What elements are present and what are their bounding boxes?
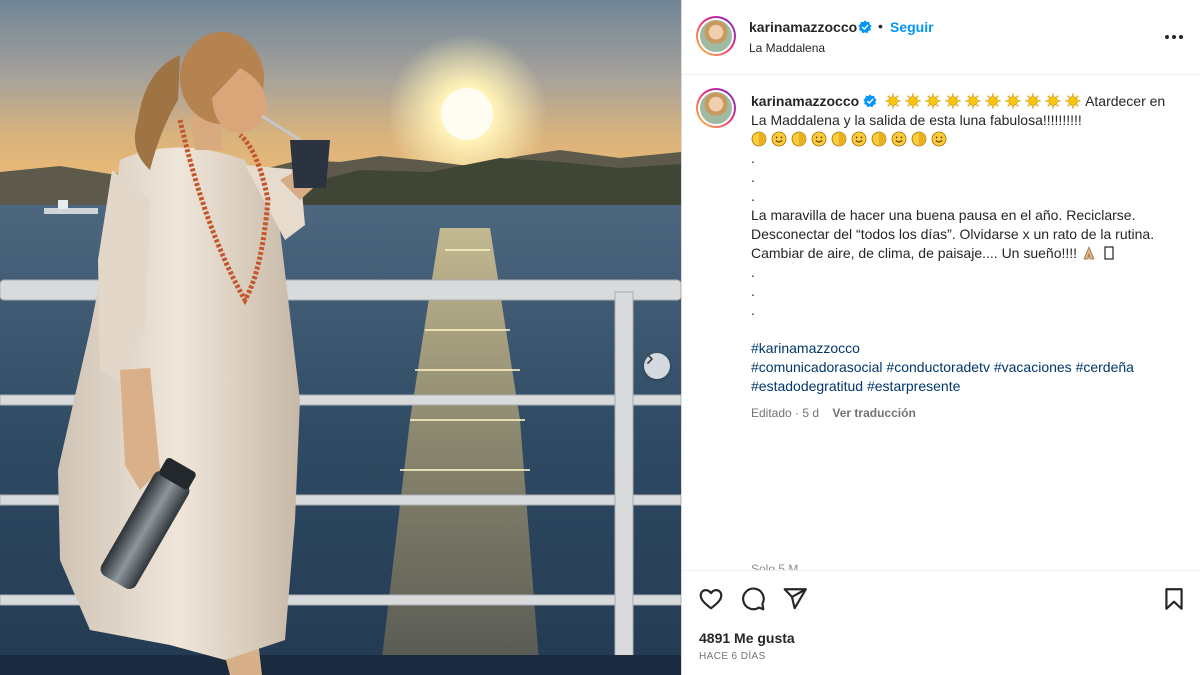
action-bar: 4891 Me gusta HACE 6 DÍAS — [682, 570, 1200, 675]
verified-badge-icon — [863, 94, 877, 108]
edited-label: Editado — [751, 406, 792, 420]
sun-emoji-icon — [1005, 93, 1021, 109]
separator-dot: • — [878, 18, 883, 34]
caption-dot: . — [751, 169, 755, 185]
clipped-comment-text: Solo 5 M... — [751, 562, 809, 570]
sun-emoji-icon — [905, 93, 921, 109]
caption-body-line-1: La maravilla de hacer una buena pausa en… — [751, 207, 1136, 223]
paper-plane-icon[interactable] — [782, 586, 808, 612]
smiley-emoji-icon — [931, 131, 947, 147]
comment-icon[interactable] — [740, 586, 766, 612]
post-caption: karinamazzocco Atardecer en La Maddalena… — [751, 92, 1181, 423]
next-photo-button[interactable] — [644, 353, 670, 379]
hashtag-list: #karinamazzocco #comunicadorasocial #con… — [751, 339, 1181, 396]
hashtag-link[interactable]: #vacaciones — [994, 359, 1072, 375]
sun-emoji-icon — [1045, 93, 1061, 109]
sun-emoji-icon — [945, 93, 961, 109]
sun-emoji-icon — [1025, 93, 1041, 109]
likes-count[interactable]: 4891 Me gusta — [699, 630, 795, 646]
half-moon-emoji-icon — [751, 131, 767, 147]
post-photo[interactable] — [0, 0, 681, 675]
caption-body-line-3: Cambiar de aire, de clima, de paisaje...… — [751, 245, 1078, 261]
hashtag-link[interactable]: #cerdeña — [1076, 359, 1134, 375]
heart-icon[interactable] — [698, 586, 724, 612]
smiley-emoji-icon — [771, 131, 787, 147]
caption-body-line-2: Desconectar del “todos los días”. Olvida… — [751, 226, 1155, 242]
smiley-emoji-icon — [811, 131, 827, 147]
comments-area[interactable]: karinamazzocco Atardecer en La Maddalena… — [682, 76, 1200, 570]
caption-dot: . — [751, 150, 755, 166]
unknown-glyph-icon — [1104, 246, 1114, 260]
sun-emoji-icon — [925, 93, 941, 109]
half-moon-emoji-icon — [791, 131, 807, 147]
caption-title-line-2: La Maddalena y la salida de esta luna fa… — [751, 112, 1082, 128]
caption-avatar[interactable] — [696, 88, 736, 128]
avatar[interactable] — [696, 16, 736, 56]
verified-badge-icon — [858, 20, 872, 39]
caption-dot: . — [751, 302, 755, 318]
sun-emoji-icon — [1065, 93, 1081, 109]
sunset-ferry-scene — [0, 32, 681, 675]
caption-username[interactable]: karinamazzocco — [751, 93, 859, 109]
clipped-comment: Solo 5 M... — [751, 562, 1181, 570]
caption-dot: . — [751, 188, 755, 204]
half-moon-emoji-icon — [871, 131, 887, 147]
half-moon-emoji-icon — [911, 131, 927, 147]
more-options-icon[interactable] — [1162, 27, 1186, 47]
praying-hands-icon — [1083, 246, 1095, 260]
smile-emoji-row — [751, 130, 1181, 149]
post-timestamp: HACE 6 DÍAS — [699, 651, 766, 662]
post-details-panel: karinamazzocco • Seguir La Maddalena kar… — [682, 0, 1200, 675]
sun-emoji-icon — [965, 93, 981, 109]
sun-emoji-icon — [985, 93, 1001, 109]
location-link[interactable]: La Maddalena — [749, 41, 825, 55]
half-moon-emoji-icon — [831, 131, 847, 147]
sun-emoji-row — [885, 93, 1085, 109]
bookmark-icon[interactable] — [1161, 586, 1187, 612]
username-link[interactable]: karinamazzocco — [749, 19, 857, 35]
hashtag-link[interactable]: #estadodegratitud — [751, 378, 863, 394]
see-translation-button[interactable]: Ver traducción — [832, 406, 915, 420]
hashtag-link[interactable]: #estarpresente — [867, 378, 960, 394]
hashtag-link[interactable]: #comunicadorasocial — [751, 359, 883, 375]
chevron-right-icon — [647, 354, 653, 364]
smiley-emoji-icon — [891, 131, 907, 147]
caption-dot: . — [751, 264, 755, 280]
caption-age: 5 d — [802, 406, 820, 420]
post-header: karinamazzocco • Seguir La Maddalena — [682, 0, 1200, 75]
smiley-emoji-icon — [851, 131, 867, 147]
sun-emoji-icon — [885, 93, 901, 109]
hashtag-link[interactable]: #conductoradetv — [886, 359, 990, 375]
caption-meta: Editado · 5 d Ver traducción — [751, 406, 916, 420]
caption-title-line-1: Atardecer en — [1085, 93, 1166, 109]
hashtag-link[interactable]: #karinamazzocco — [751, 340, 860, 356]
caption-dot: . — [751, 283, 755, 299]
follow-button[interactable]: Seguir — [890, 19, 934, 35]
